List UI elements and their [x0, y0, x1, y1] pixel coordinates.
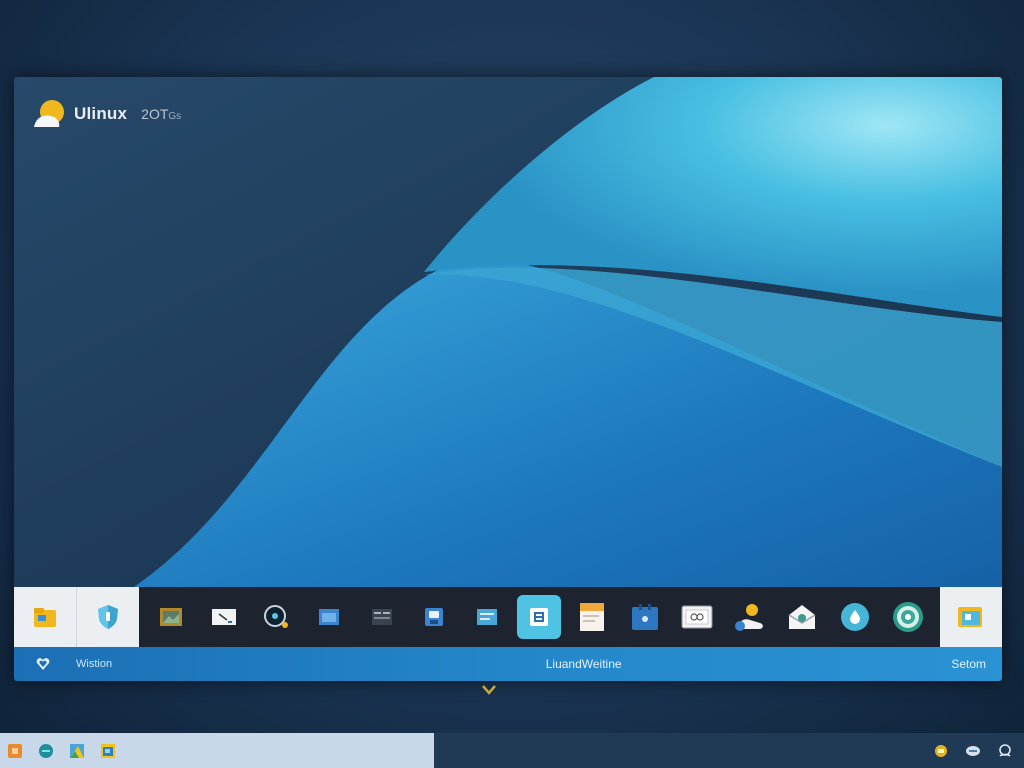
photo-app-icon: [101, 743, 115, 758]
shield-icon: [98, 605, 118, 629]
dock-app-store[interactable]: [517, 595, 562, 639]
globe-icon: [892, 602, 923, 632]
terminal-icon: [371, 609, 392, 625]
dock-shield[interactable]: [76, 587, 139, 647]
dock-app-save[interactable]: [412, 595, 456, 639]
brand-name: Ulinux: [74, 104, 128, 123]
system-tray: [434, 733, 1024, 768]
status-center-label: LiuandWeitine: [545, 657, 622, 671]
taskbar-app-teal[interactable]: [37, 742, 55, 760]
toggle-icon: [734, 604, 763, 631]
orange-app-icon: [8, 743, 22, 758]
status-left: Wistion: [14, 657, 336, 671]
drop-icon: [841, 603, 870, 631]
taskbar: [0, 733, 1024, 768]
teal-app-icon: [39, 743, 53, 758]
image-app-icon: [70, 743, 84, 758]
dock-app-toggle[interactable]: [728, 595, 772, 639]
dock-app-calendar[interactable]: [623, 595, 667, 639]
mail-icon: [789, 605, 816, 629]
network-icon: [966, 745, 980, 756]
dock-app-document[interactable]: [570, 595, 614, 639]
dock-files[interactable]: [940, 587, 1002, 647]
dock-app-globe[interactable]: [886, 595, 930, 639]
dock-app-media-player[interactable]: [675, 595, 719, 639]
tray-notification[interactable]: [932, 742, 950, 760]
calendar-icon: [631, 604, 658, 630]
dock-app-drop[interactable]: [833, 595, 877, 639]
tray-support[interactable]: [996, 742, 1014, 760]
status-right-label[interactable]: Setom: [951, 657, 1002, 671]
app-store-icon: [530, 608, 549, 626]
dock-apps: [139, 595, 940, 639]
brand-version: 2OTGs: [141, 106, 181, 122]
status-left-label[interactable]: Wistion: [76, 658, 112, 670]
brand: Ulinux 2OTGs: [32, 99, 181, 129]
dock-app-settings-panel[interactable]: [465, 595, 509, 639]
taskbar-app-orange[interactable]: [6, 742, 24, 760]
dock-app-window[interactable]: [307, 595, 351, 639]
taskbar-app-image[interactable]: [68, 742, 86, 760]
document-icon: [580, 603, 605, 631]
folder-icon: [34, 608, 56, 627]
status-bar: Wistion LiuandWeitine Setom: [14, 647, 1002, 681]
sun-logo-icon: [34, 100, 64, 127]
dock-app-notepad[interactable]: [202, 595, 246, 639]
image-viewer-icon: [160, 608, 183, 626]
dock-app-camera[interactable]: [254, 595, 298, 639]
window-icon: [319, 609, 340, 625]
media-player-icon: [681, 605, 713, 629]
dock: [14, 587, 1002, 647]
tray-network[interactable]: [964, 742, 982, 760]
taskbar-left: [0, 733, 434, 768]
notification-icon: [935, 744, 947, 757]
camera-icon: [264, 605, 289, 628]
dock-app-mail[interactable]: [780, 595, 824, 639]
save-icon: [425, 608, 444, 626]
support-icon: [999, 743, 1011, 757]
wallpaper: [14, 77, 1002, 587]
settings-panel-icon: [476, 609, 497, 625]
brand-version-number: 2OT: [141, 106, 169, 122]
dock-folder[interactable]: [14, 587, 76, 647]
dock-app-image-viewer[interactable]: [149, 595, 193, 639]
taskbar-app-photo[interactable]: [99, 742, 117, 760]
notepad-icon: [211, 609, 236, 625]
chevron-down-icon[interactable]: [481, 684, 497, 696]
files-icon: [958, 607, 982, 627]
brand-version-suffix: Gs: [168, 111, 182, 122]
dock-app-terminal[interactable]: [360, 595, 404, 639]
desktop-screen: Ulinux 2OTGs Wistion LiuandWeitine Setom: [14, 77, 1002, 681]
heart-shield-icon[interactable]: [36, 657, 50, 671]
